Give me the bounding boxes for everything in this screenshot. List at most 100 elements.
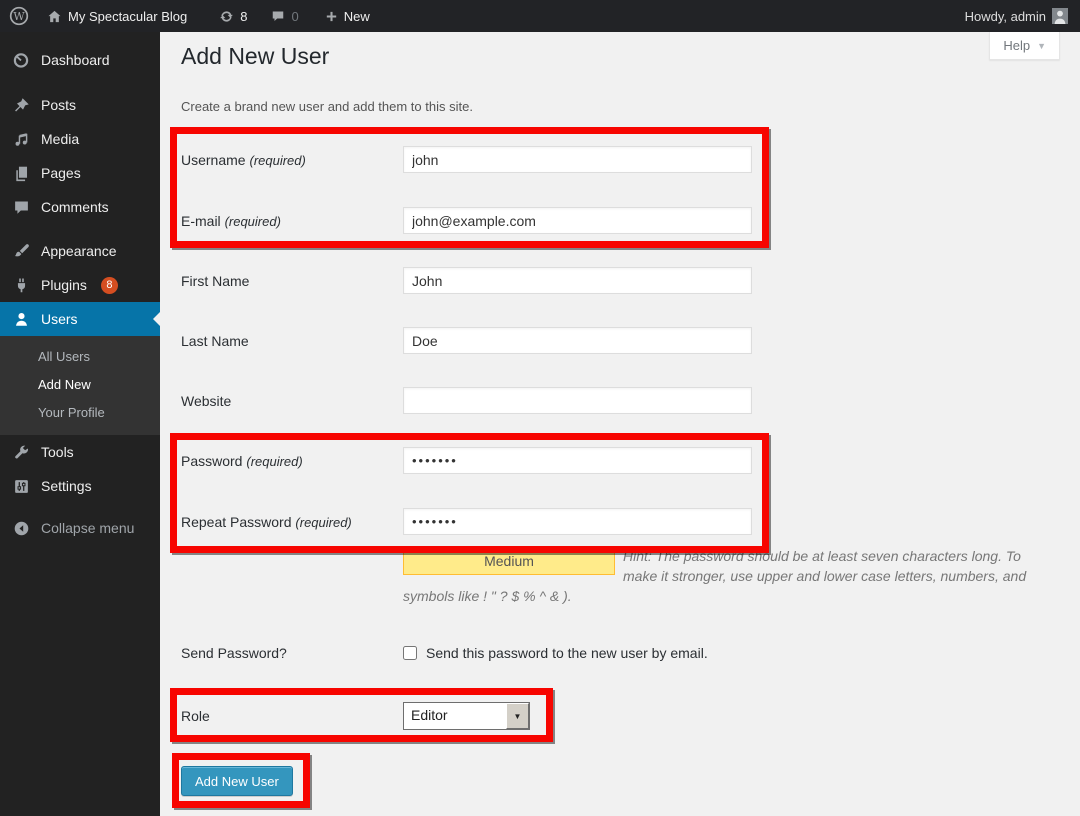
comments-link[interactable]: 0 <box>262 0 307 32</box>
role-select[interactable]: Editor ▼ <box>403 702 530 730</box>
sidebar-item-label: Comments <box>41 199 109 215</box>
sidebar-item-appearance[interactable]: Appearance <box>0 234 160 268</box>
home-icon <box>47 9 62 24</box>
website-row: Website <box>181 387 752 414</box>
site-name-label: My Spectacular Blog <box>68 9 187 24</box>
dashboard-gauge-icon <box>11 51 31 69</box>
sidebar-item-label: Plugins <box>41 277 87 293</box>
admin-toolbar: W My Spectacular Blog 8 0 New <box>0 0 1080 32</box>
submenu-item-all-users[interactable]: All Users <box>0 343 160 371</box>
wordpress-logo-menu[interactable]: W <box>0 0 38 32</box>
last-name-input[interactable] <box>403 327 752 354</box>
updates-link[interactable]: 8 <box>210 0 256 32</box>
sidebar-item-plugins[interactable]: Plugins 8 <box>0 268 160 302</box>
repeat-password-label: Repeat Password (required) <box>181 514 403 530</box>
sidebar-item-tools[interactable]: Tools <box>0 435 160 469</box>
comment-bubble-icon <box>11 199 31 216</box>
avatar <box>1052 8 1068 24</box>
sidebar-item-label: Posts <box>41 97 76 113</box>
page-title: Add New User <box>181 43 329 70</box>
website-label: Website <box>181 393 403 409</box>
admin-sidebar-menu: Dashboard Posts Media Pages Comments <box>0 32 160 816</box>
first-name-row: First Name <box>181 267 752 294</box>
paintbrush-icon <box>11 243 31 260</box>
required-label: (required) <box>225 214 281 229</box>
menu-separator <box>0 77 160 88</box>
update-icon <box>219 9 234 24</box>
send-password-label: Send Password? <box>181 645 403 661</box>
wordpress-logo-icon: W <box>9 6 29 26</box>
collapse-menu-button[interactable]: Collapse menu <box>0 511 160 545</box>
required-label: (required) <box>249 153 305 168</box>
password-input[interactable] <box>403 447 752 474</box>
comment-bubble-icon <box>271 9 285 23</box>
last-name-row: Last Name <box>181 327 752 354</box>
repeat-password-input[interactable] <box>403 508 752 535</box>
comment-count: 0 <box>291 9 298 24</box>
required-label: (required) <box>295 515 351 530</box>
howdy-label: Howdy, admin <box>965 9 1046 24</box>
role-label: Role <box>181 708 403 724</box>
email-input[interactable] <box>403 207 752 234</box>
sidebar-item-label: Appearance <box>41 243 117 259</box>
required-label: (required) <box>246 454 302 469</box>
email-row: E-mail (required) <box>181 207 752 234</box>
last-name-label: Last Name <box>181 333 403 349</box>
collapse-arrow-icon <box>11 520 31 537</box>
account-menu[interactable]: Howdy, admin <box>956 0 1080 32</box>
plugin-update-badge: 8 <box>101 277 118 294</box>
sidebar-item-posts[interactable]: Posts <box>0 88 160 122</box>
first-name-input[interactable] <box>403 267 752 294</box>
password-strength-section: Medium Hint: The password should be at l… <box>403 546 1037 606</box>
send-password-text: Send this password to the new user by em… <box>426 645 708 661</box>
update-count: 8 <box>240 9 247 24</box>
send-password-row: Send Password? Send this password to the… <box>181 645 708 661</box>
role-selected-value: Editor <box>404 703 506 729</box>
menu-separator <box>0 224 160 234</box>
wrench-icon <box>11 444 31 461</box>
password-label: Password (required) <box>181 453 403 469</box>
submenu-item-add-new[interactable]: Add New <box>0 371 160 399</box>
sidebar-item-dashboard[interactable]: Dashboard <box>0 43 160 77</box>
sidebar-item-label: Users <box>41 311 78 327</box>
sidebar-item-label: Collapse menu <box>41 520 134 536</box>
site-name-link[interactable]: My Spectacular Blog <box>38 0 196 32</box>
add-new-user-button[interactable]: Add New User <box>181 766 293 796</box>
sidebar-item-pages[interactable]: Pages <box>0 156 160 190</box>
sidebar-item-users[interactable]: Users <box>0 302 160 336</box>
wordpress-admin-page: W My Spectacular Blog 8 0 New <box>0 0 1080 816</box>
sidebar-item-label: Pages <box>41 165 81 181</box>
media-notes-icon <box>11 131 31 148</box>
sidebar-item-comments[interactable]: Comments <box>0 190 160 224</box>
repeat-password-row: Repeat Password (required) <box>181 508 752 535</box>
sidebar-item-label: Settings <box>41 478 92 494</box>
password-strength-meter: Medium <box>403 548 615 575</box>
pages-icon <box>11 165 31 182</box>
password-row: Password (required) <box>181 447 752 474</box>
username-input[interactable] <box>403 146 752 173</box>
settings-sliders-icon <box>11 478 31 495</box>
website-input[interactable] <box>403 387 752 414</box>
plus-icon <box>325 10 338 23</box>
new-label: New <box>344 9 370 24</box>
new-content-menu[interactable]: New <box>316 0 379 32</box>
username-row: Username (required) <box>181 146 752 173</box>
help-button[interactable]: Help ▼ <box>989 32 1060 60</box>
submenu-item-your-profile[interactable]: Your Profile <box>0 399 160 427</box>
users-submenu: All Users Add New Your Profile <box>0 336 160 435</box>
first-name-label: First Name <box>181 273 403 289</box>
email-label: E-mail (required) <box>181 213 403 229</box>
sidebar-item-label: Media <box>41 131 79 147</box>
chevron-down-icon: ▼ <box>1037 41 1046 51</box>
help-label: Help <box>1003 38 1030 53</box>
role-row: Role Editor ▼ <box>181 702 530 730</box>
sidebar-item-label: Dashboard <box>41 52 110 68</box>
pushpin-icon <box>11 97 31 114</box>
sidebar-item-media[interactable]: Media <box>0 122 160 156</box>
svg-text:W: W <box>13 10 25 23</box>
user-icon <box>11 311 31 328</box>
sidebar-item-settings[interactable]: Settings <box>0 469 160 503</box>
send-password-checkbox[interactable] <box>403 646 417 660</box>
plug-icon <box>11 277 31 294</box>
dropdown-arrow-icon[interactable]: ▼ <box>506 703 529 729</box>
